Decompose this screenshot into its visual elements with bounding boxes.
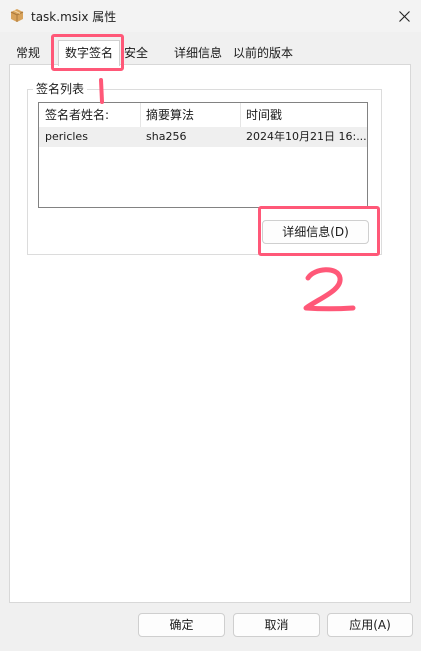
annotation-step-1 (99, 78, 104, 104)
window-title: task.msix 属性 (31, 10, 117, 24)
tab-details[interactable]: 详细信息 (168, 43, 228, 64)
signature-list[interactable]: 签名者姓名: 摘要算法 时间戳 pericles sha256 2024年10月… (38, 102, 368, 208)
list-row[interactable]: pericles sha256 2024年10月21日 16:... (39, 127, 367, 147)
close-icon (398, 10, 410, 22)
highlight-box-tab (51, 34, 124, 71)
package-icon (10, 9, 24, 22)
cell-timestamp: 2024年10月21日 16:... (246, 130, 367, 143)
column-header-digest[interactable]: 摘要算法 (140, 103, 240, 127)
column-header-timestamp[interactable]: 时间戳 (240, 103, 367, 127)
ok-button[interactable]: 确定 (138, 613, 225, 637)
close-button[interactable] (392, 4, 416, 28)
cancel-button[interactable]: 取消 (233, 613, 320, 637)
tab-previous-versions[interactable]: 以前的版本 (227, 43, 299, 64)
highlight-box-details-button (258, 206, 380, 256)
column-header-signer[interactable]: 签名者姓名: (39, 103, 140, 127)
list-header: 签名者姓名: 摘要算法 时间戳 (39, 103, 367, 128)
cell-digest: sha256 (146, 130, 187, 143)
signature-list-label: 签名列表 (33, 80, 88, 97)
annotation-step-2 (303, 267, 356, 312)
apply-button[interactable]: 应用(A) (327, 613, 413, 637)
tab-general[interactable]: 常规 (10, 43, 46, 64)
cell-signer: pericles (45, 130, 88, 143)
